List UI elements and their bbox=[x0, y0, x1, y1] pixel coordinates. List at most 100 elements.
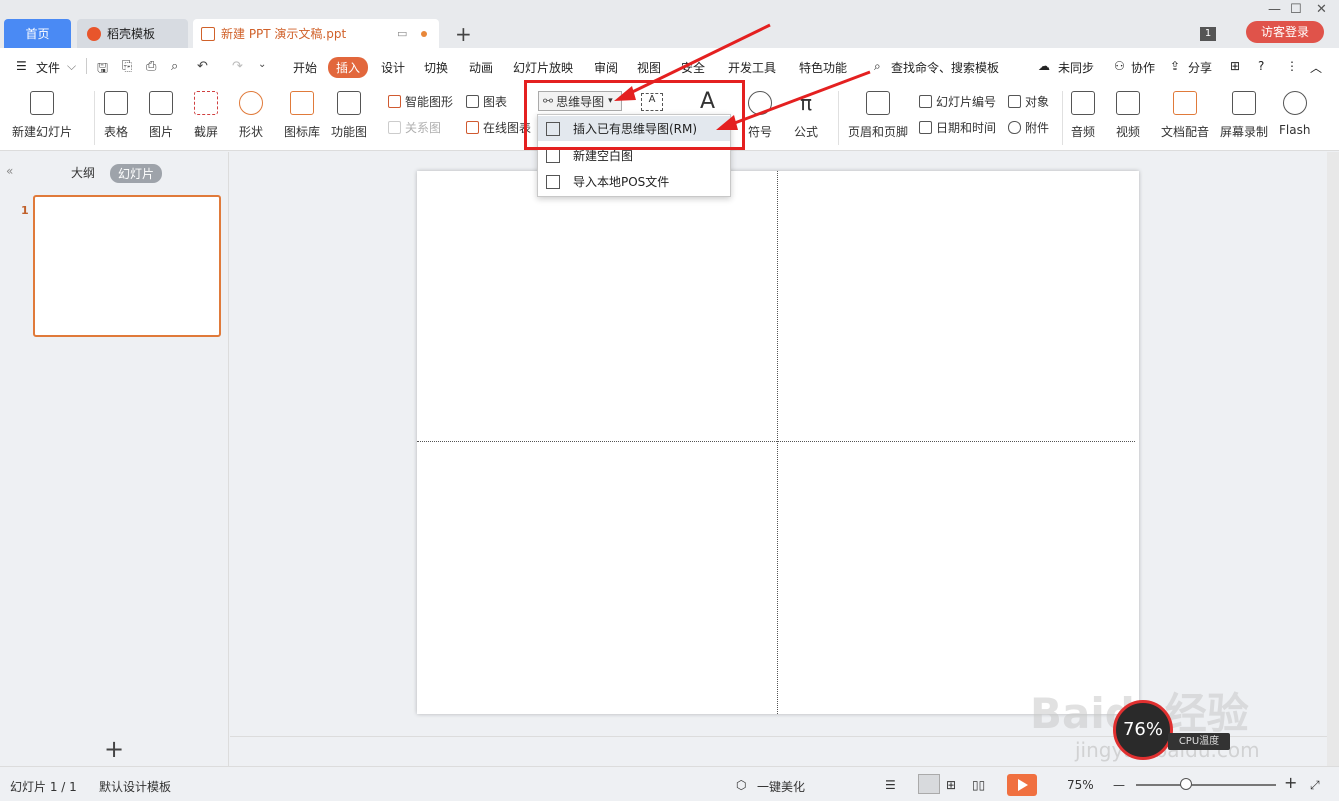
redo-icon[interactable]: ↷ bbox=[232, 59, 243, 74]
file-menu[interactable]: 文件 bbox=[36, 59, 60, 76]
smart-art-label: 智能图形 bbox=[405, 95, 454, 109]
customize-icon[interactable]: ⌄ bbox=[258, 59, 266, 70]
more-icon[interactable]: ⋮ bbox=[1286, 59, 1298, 73]
object-button[interactable]: 对象 bbox=[1008, 93, 1049, 110]
menu-insert[interactable]: 插入 bbox=[328, 57, 369, 78]
slide-thumbnail[interactable] bbox=[33, 195, 221, 337]
close-icon[interactable]: ✕ bbox=[1316, 2, 1327, 17]
chart-button[interactable]: 图表 bbox=[466, 93, 507, 110]
flash-icon bbox=[1282, 91, 1307, 115]
add-slide-button[interactable]: + bbox=[104, 735, 124, 763]
tab-document-label: 新建 PPT 演示文稿.ppt bbox=[221, 27, 347, 41]
import-pos-item[interactable]: 导入本地POS文件 bbox=[538, 169, 730, 194]
new-tab-button[interactable]: + bbox=[455, 22, 472, 46]
collapse-ribbon-icon[interactable]: ︿ bbox=[1310, 59, 1322, 76]
search-icon[interactable]: ⌕ bbox=[874, 59, 881, 74]
menu-animation[interactable]: 动画 bbox=[469, 59, 493, 76]
sorter-view-icon[interactable]: ⊞ bbox=[946, 778, 956, 792]
skin-icon[interactable]: ⊞ bbox=[1230, 59, 1240, 73]
format-painter-icon[interactable]: ⎘ bbox=[122, 59, 132, 74]
insert-existing-mindmap-item[interactable]: 插入已有思维导图(RM) bbox=[538, 116, 730, 141]
symbol-icon bbox=[748, 91, 772, 115]
normal-view-icon[interactable] bbox=[918, 774, 940, 794]
maximize-icon[interactable]: ☐ bbox=[1290, 2, 1302, 17]
wordart-icon[interactable]: A bbox=[700, 89, 715, 114]
tab-outline[interactable]: 大纲 bbox=[71, 164, 95, 181]
slide-canvas[interactable] bbox=[417, 171, 1139, 714]
symbol-button[interactable]: 符号 bbox=[748, 87, 772, 140]
help-icon[interactable]: ? bbox=[1258, 59, 1264, 73]
slide-number-button[interactable]: 幻灯片编号 bbox=[919, 93, 996, 110]
zoom-slider[interactable] bbox=[1136, 784, 1276, 786]
smart-art-button[interactable]: 智能图形 bbox=[388, 93, 453, 110]
search-command[interactable]: 查找命令、搜索模板 bbox=[891, 59, 999, 76]
table-button[interactable]: 表格 bbox=[104, 87, 128, 140]
textbox-icon[interactable]: A bbox=[641, 93, 663, 111]
online-chart-icon bbox=[466, 121, 479, 134]
doc-dub-button[interactable]: 文档配音 bbox=[1161, 87, 1209, 140]
undo-icon[interactable]: ↶ bbox=[197, 59, 208, 74]
minimize-icon[interactable]: — bbox=[1268, 2, 1281, 17]
func-chart-button[interactable]: 功能图 bbox=[331, 87, 367, 140]
hamburger-icon[interactable]: ☰ bbox=[16, 59, 27, 73]
template-name[interactable]: 默认设计模板 bbox=[99, 778, 171, 795]
horizontal-guide[interactable] bbox=[417, 441, 1135, 442]
collab-button[interactable]: 协作 bbox=[1131, 59, 1155, 76]
status-bar: 幻灯片 1 / 1 默认设计模板 ⬡ 一键美化 ☰ ⊞ ▯▯ 75% — + ⤢ bbox=[0, 766, 1339, 801]
icon-library-button[interactable]: 图标库 bbox=[284, 87, 320, 140]
menu-special[interactable]: 特色功能 bbox=[799, 59, 847, 76]
menu-view[interactable]: 视图 bbox=[637, 59, 661, 76]
save-icon[interactable]: 🖫 bbox=[97, 59, 108, 81]
tab-document[interactable]: 新建 PPT 演示文稿.ppt ▭ bbox=[193, 19, 439, 48]
audio-button[interactable]: 音频 bbox=[1071, 87, 1095, 140]
vertical-scrollbar[interactable] bbox=[1327, 152, 1339, 766]
menu-slideshow[interactable]: 幻灯片放映 bbox=[513, 59, 573, 76]
mind-map-dropdown-icon[interactable]: ▾ bbox=[608, 96, 613, 106]
mind-map-button[interactable]: ⚯ 思维导图 ▾ bbox=[538, 91, 622, 111]
zoom-out-icon[interactable]: — bbox=[1113, 778, 1125, 792]
notes-toggle-icon[interactable]: ☰ bbox=[885, 778, 896, 792]
menu-dev-tools[interactable]: 开发工具 bbox=[728, 59, 776, 76]
picture-button[interactable]: 图片 bbox=[149, 87, 173, 140]
login-button[interactable]: 访客登录 bbox=[1246, 21, 1324, 43]
new-blank-mindmap-item[interactable]: 新建空白图 bbox=[538, 143, 730, 168]
new-slide-icon bbox=[30, 91, 54, 115]
reading-view-icon[interactable]: ▯▯ bbox=[972, 778, 985, 792]
online-chart-button[interactable]: 在线图表 bbox=[466, 119, 531, 136]
screen-record-button[interactable]: 屏幕录制 bbox=[1220, 87, 1268, 140]
shape-button[interactable]: 形状 bbox=[239, 87, 263, 140]
relation-label: 关系图 bbox=[405, 121, 442, 135]
insert-existing-label: 插入已有思维导图(RM) bbox=[573, 122, 698, 136]
menu-home[interactable]: 开始 bbox=[293, 59, 317, 76]
screenshot-button[interactable]: 截屏 bbox=[194, 87, 218, 140]
header-footer-button[interactable]: 页眉和页脚 bbox=[848, 87, 908, 140]
attachment-button[interactable]: 附件 bbox=[1008, 119, 1049, 136]
menu-transition[interactable]: 切换 bbox=[424, 59, 448, 76]
zoom-in-icon[interactable]: + bbox=[1284, 773, 1297, 792]
zoom-slider-handle[interactable] bbox=[1180, 778, 1192, 790]
fit-window-icon[interactable]: ⤢ bbox=[1310, 778, 1320, 793]
monitor-icon[interactable]: ▭ bbox=[397, 27, 407, 40]
zoom-level[interactable]: 75% bbox=[1067, 778, 1094, 792]
sync-status[interactable]: 未同步 bbox=[1058, 59, 1094, 76]
menu-review[interactable]: 审阅 bbox=[594, 59, 618, 76]
menu-security[interactable]: 安全 bbox=[681, 59, 705, 76]
share-button[interactable]: 分享 bbox=[1188, 59, 1212, 76]
collapse-panel-icon[interactable]: « bbox=[6, 164, 13, 178]
menu-design[interactable]: 设计 bbox=[381, 59, 405, 76]
tab-slides[interactable]: 幻灯片 bbox=[110, 164, 163, 183]
chevron-down-icon[interactable]: ⌵ bbox=[67, 59, 76, 74]
new-slide-button[interactable]: 新建幻灯片 bbox=[12, 87, 72, 140]
flash-button[interactable]: Flash bbox=[1279, 87, 1310, 137]
datetime-button[interactable]: 日期和时间 bbox=[919, 119, 996, 136]
print-preview-icon[interactable]: ⌕ bbox=[171, 59, 178, 74]
tab-home[interactable]: 首页 bbox=[4, 19, 71, 48]
video-button[interactable]: 视频 bbox=[1116, 87, 1140, 140]
play-slideshow-button[interactable] bbox=[1007, 774, 1037, 796]
tab-docer-store[interactable]: 稻壳模板 bbox=[77, 19, 188, 48]
formula-button[interactable]: π 公式 bbox=[794, 87, 818, 140]
relation-chart-button[interactable]: 关系图 bbox=[388, 119, 441, 136]
vertical-guide[interactable] bbox=[777, 171, 778, 714]
print-icon[interactable]: ⎙ bbox=[146, 59, 156, 74]
beautify-button[interactable]: 一键美化 bbox=[757, 778, 805, 795]
